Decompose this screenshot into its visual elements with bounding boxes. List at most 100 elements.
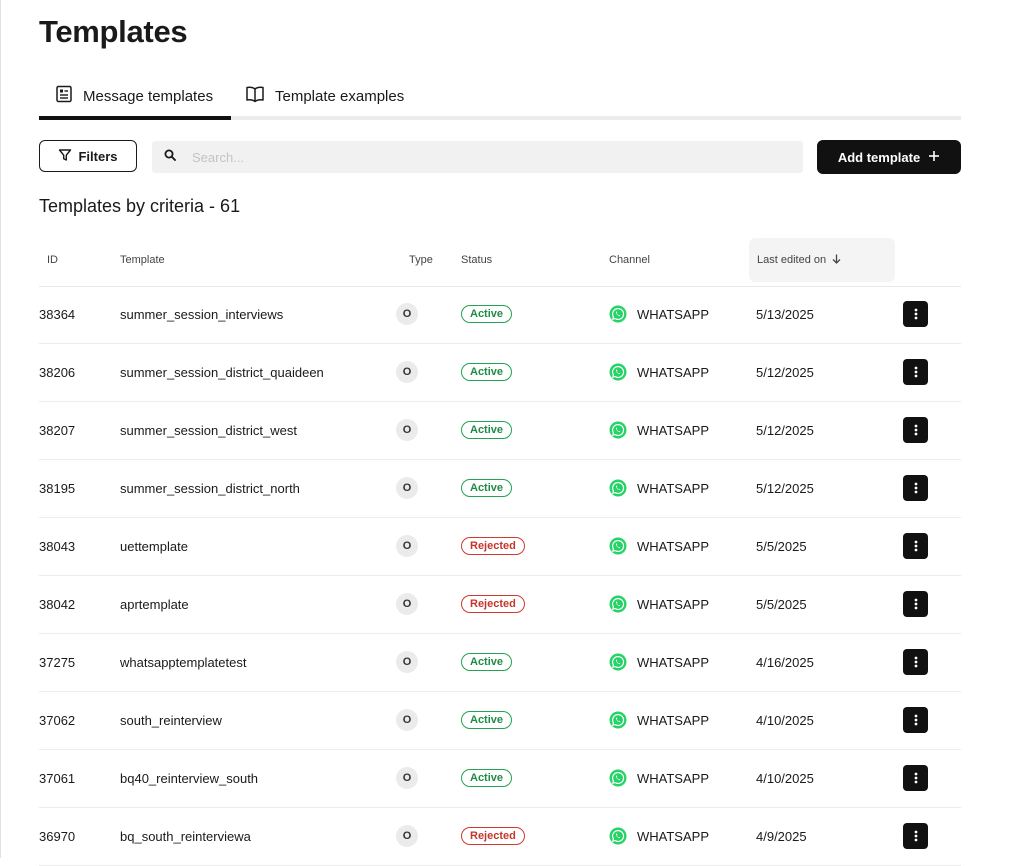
- table-row[interactable]: 38364 summer_session_interviews O Active…: [39, 286, 961, 344]
- filters-button-label: Filters: [78, 148, 118, 164]
- kebab-menu-icon: [914, 714, 917, 726]
- search-input[interactable]: [190, 148, 754, 166]
- row-actions-button[interactable]: [903, 533, 928, 559]
- row-template-name[interactable]: south_reinterview: [120, 692, 222, 748]
- list-document-icon: [55, 85, 73, 107]
- search-bar: [152, 141, 803, 173]
- row-template-name[interactable]: bq_south_reinterviewa: [120, 808, 251, 864]
- table-row[interactable]: 38207 summer_session_district_west O Act…: [39, 402, 961, 460]
- row-template-name[interactable]: summer_session_district_north: [120, 460, 300, 516]
- channel-label: WHATSAPP: [637, 422, 709, 438]
- channel-label: WHATSAPP: [637, 306, 709, 322]
- row-id: 37061: [39, 770, 76, 786]
- table-row[interactable]: 36970 bq_south_reinterviewa O Rejected W…: [39, 808, 961, 866]
- status-badge: Active: [461, 305, 513, 323]
- status-badge: Active: [461, 711, 513, 729]
- plus-icon: [928, 150, 940, 165]
- channel-cell: WHATSAPP: [609, 344, 709, 400]
- tab-bar: Message templates Template examples: [39, 76, 961, 120]
- row-actions-button[interactable]: [903, 649, 928, 675]
- table-row[interactable]: 38042 aprtemplate O Rejected WHATSAPP 5/…: [39, 576, 961, 634]
- tab-message-templates[interactable]: Message templates: [39, 76, 231, 120]
- toolbar: Filters Add template: [39, 140, 961, 174]
- table-row[interactable]: 37061 bq40_reinterview_south O Active WH…: [39, 750, 961, 808]
- add-template-button-label: Add template: [837, 149, 921, 165]
- whatsapp-icon: [609, 363, 627, 381]
- status-badge: Active: [461, 421, 513, 439]
- column-header-status[interactable]: Status: [461, 238, 492, 282]
- page-title: Templates: [39, 14, 188, 49]
- row-id: 38206: [39, 364, 76, 380]
- column-header-type[interactable]: Type: [409, 238, 433, 282]
- channel-cell: WHATSAPP: [609, 518, 709, 574]
- row-template-name[interactable]: uettemplate: [120, 518, 188, 574]
- channel-cell: WHATSAPP: [609, 634, 709, 690]
- channel-cell: WHATSAPP: [609, 460, 709, 516]
- table-row[interactable]: 37275 whatsapptemplatetest O Active WHAT…: [39, 634, 961, 692]
- row-last-edited: 4/16/2025: [756, 654, 814, 670]
- table-row[interactable]: 38195 summer_session_district_north O Ac…: [39, 460, 961, 518]
- type-badge: O: [396, 651, 418, 673]
- status-badge: Active: [461, 363, 513, 381]
- whatsapp-icon: [609, 653, 627, 671]
- row-template-name[interactable]: aprtemplate: [120, 576, 189, 632]
- funnel-icon: [58, 148, 72, 165]
- channel-cell: WHATSAPP: [609, 402, 709, 458]
- status-badge: Active: [461, 479, 513, 497]
- row-id: 38207: [39, 422, 76, 438]
- whatsapp-icon: [609, 827, 627, 845]
- row-actions-button[interactable]: [903, 707, 928, 733]
- row-actions-button[interactable]: [903, 359, 928, 385]
- whatsapp-icon: [609, 769, 627, 787]
- type-badge: O: [396, 303, 418, 325]
- table-row[interactable]: 38043 uettemplate O Rejected WHATSAPP 5/…: [39, 518, 961, 576]
- column-header-channel[interactable]: Channel: [609, 238, 650, 282]
- table-body: 38364 summer_session_interviews O Active…: [39, 286, 961, 866]
- add-template-button[interactable]: Add template: [817, 140, 961, 174]
- row-template-name[interactable]: whatsapptemplatetest: [120, 634, 246, 690]
- type-badge: O: [396, 709, 418, 731]
- row-actions-button[interactable]: [903, 417, 928, 443]
- row-last-edited: 5/12/2025: [756, 480, 814, 496]
- kebab-menu-icon: [914, 830, 917, 842]
- type-badge: O: [396, 535, 418, 557]
- row-template-name[interactable]: bq40_reinterview_south: [120, 750, 258, 806]
- tab-template-examples[interactable]: Template examples: [245, 76, 404, 116]
- kebab-menu-icon: [914, 598, 917, 610]
- row-actions-button[interactable]: [903, 591, 928, 617]
- whatsapp-icon: [609, 479, 627, 497]
- whatsapp-icon: [609, 305, 627, 323]
- channel-label: WHATSAPP: [637, 538, 709, 554]
- row-last-edited: 5/12/2025: [756, 422, 814, 438]
- row-template-name[interactable]: summer_session_district_west: [120, 402, 297, 458]
- row-template-name[interactable]: summer_session_district_quaideen: [120, 344, 324, 400]
- kebab-menu-icon: [914, 656, 917, 668]
- row-id: 37062: [39, 712, 76, 728]
- channel-cell: WHATSAPP: [609, 750, 709, 806]
- column-header-last-edited[interactable]: Last edited on: [749, 238, 895, 282]
- row-actions-button[interactable]: [903, 475, 928, 501]
- channel-label: WHATSAPP: [637, 654, 709, 670]
- open-book-icon: [245, 85, 265, 107]
- channel-label: WHATSAPP: [637, 596, 709, 612]
- type-badge: O: [396, 593, 418, 615]
- kebab-menu-icon: [914, 482, 917, 494]
- row-template-name[interactable]: summer_session_interviews: [120, 286, 283, 342]
- table-row[interactable]: 37062 south_reinterview O Active WHATSAP…: [39, 692, 961, 750]
- row-id: 38043: [39, 538, 76, 554]
- channel-label: WHATSAPP: [637, 480, 709, 496]
- channel-label: WHATSAPP: [637, 364, 709, 380]
- whatsapp-icon: [609, 595, 627, 613]
- active-tab-indicator: [39, 116, 231, 120]
- channel-cell: WHATSAPP: [609, 692, 709, 748]
- table-row[interactable]: 38206 summer_session_district_quaideen O…: [39, 344, 961, 402]
- row-last-edited: 5/12/2025: [756, 364, 814, 380]
- row-actions-button[interactable]: [903, 765, 928, 791]
- column-header-template[interactable]: Template: [120, 238, 165, 282]
- filters-button[interactable]: Filters: [39, 140, 137, 172]
- row-actions-button[interactable]: [903, 301, 928, 327]
- row-actions-button[interactable]: [903, 823, 928, 849]
- column-header-id[interactable]: ID: [47, 238, 58, 282]
- kebab-menu-icon: [914, 540, 917, 552]
- type-badge: O: [396, 477, 418, 499]
